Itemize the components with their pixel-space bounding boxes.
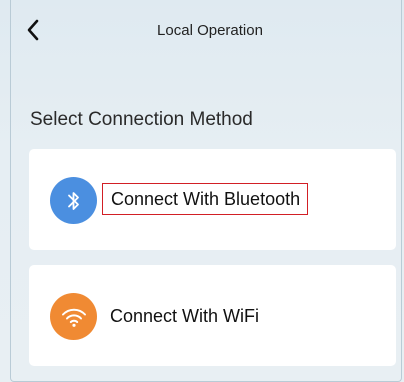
connect-bluetooth-option[interactable]: Connect With Bluetooth <box>29 149 396 250</box>
wifi-icon <box>61 308 86 327</box>
section-title: Select Connection Method <box>30 109 253 130</box>
bluetooth-icon-badge <box>50 177 97 224</box>
connect-wifi-option[interactable]: Connect With WiFi <box>29 265 396 366</box>
connect-bluetooth-label: Connect With Bluetooth <box>102 183 309 215</box>
page-title: Local Operation <box>157 22 263 39</box>
bluetooth-icon <box>67 191 79 210</box>
connect-wifi-label: Connect With WiFi <box>110 306 260 326</box>
wifi-icon-badge <box>50 293 97 340</box>
